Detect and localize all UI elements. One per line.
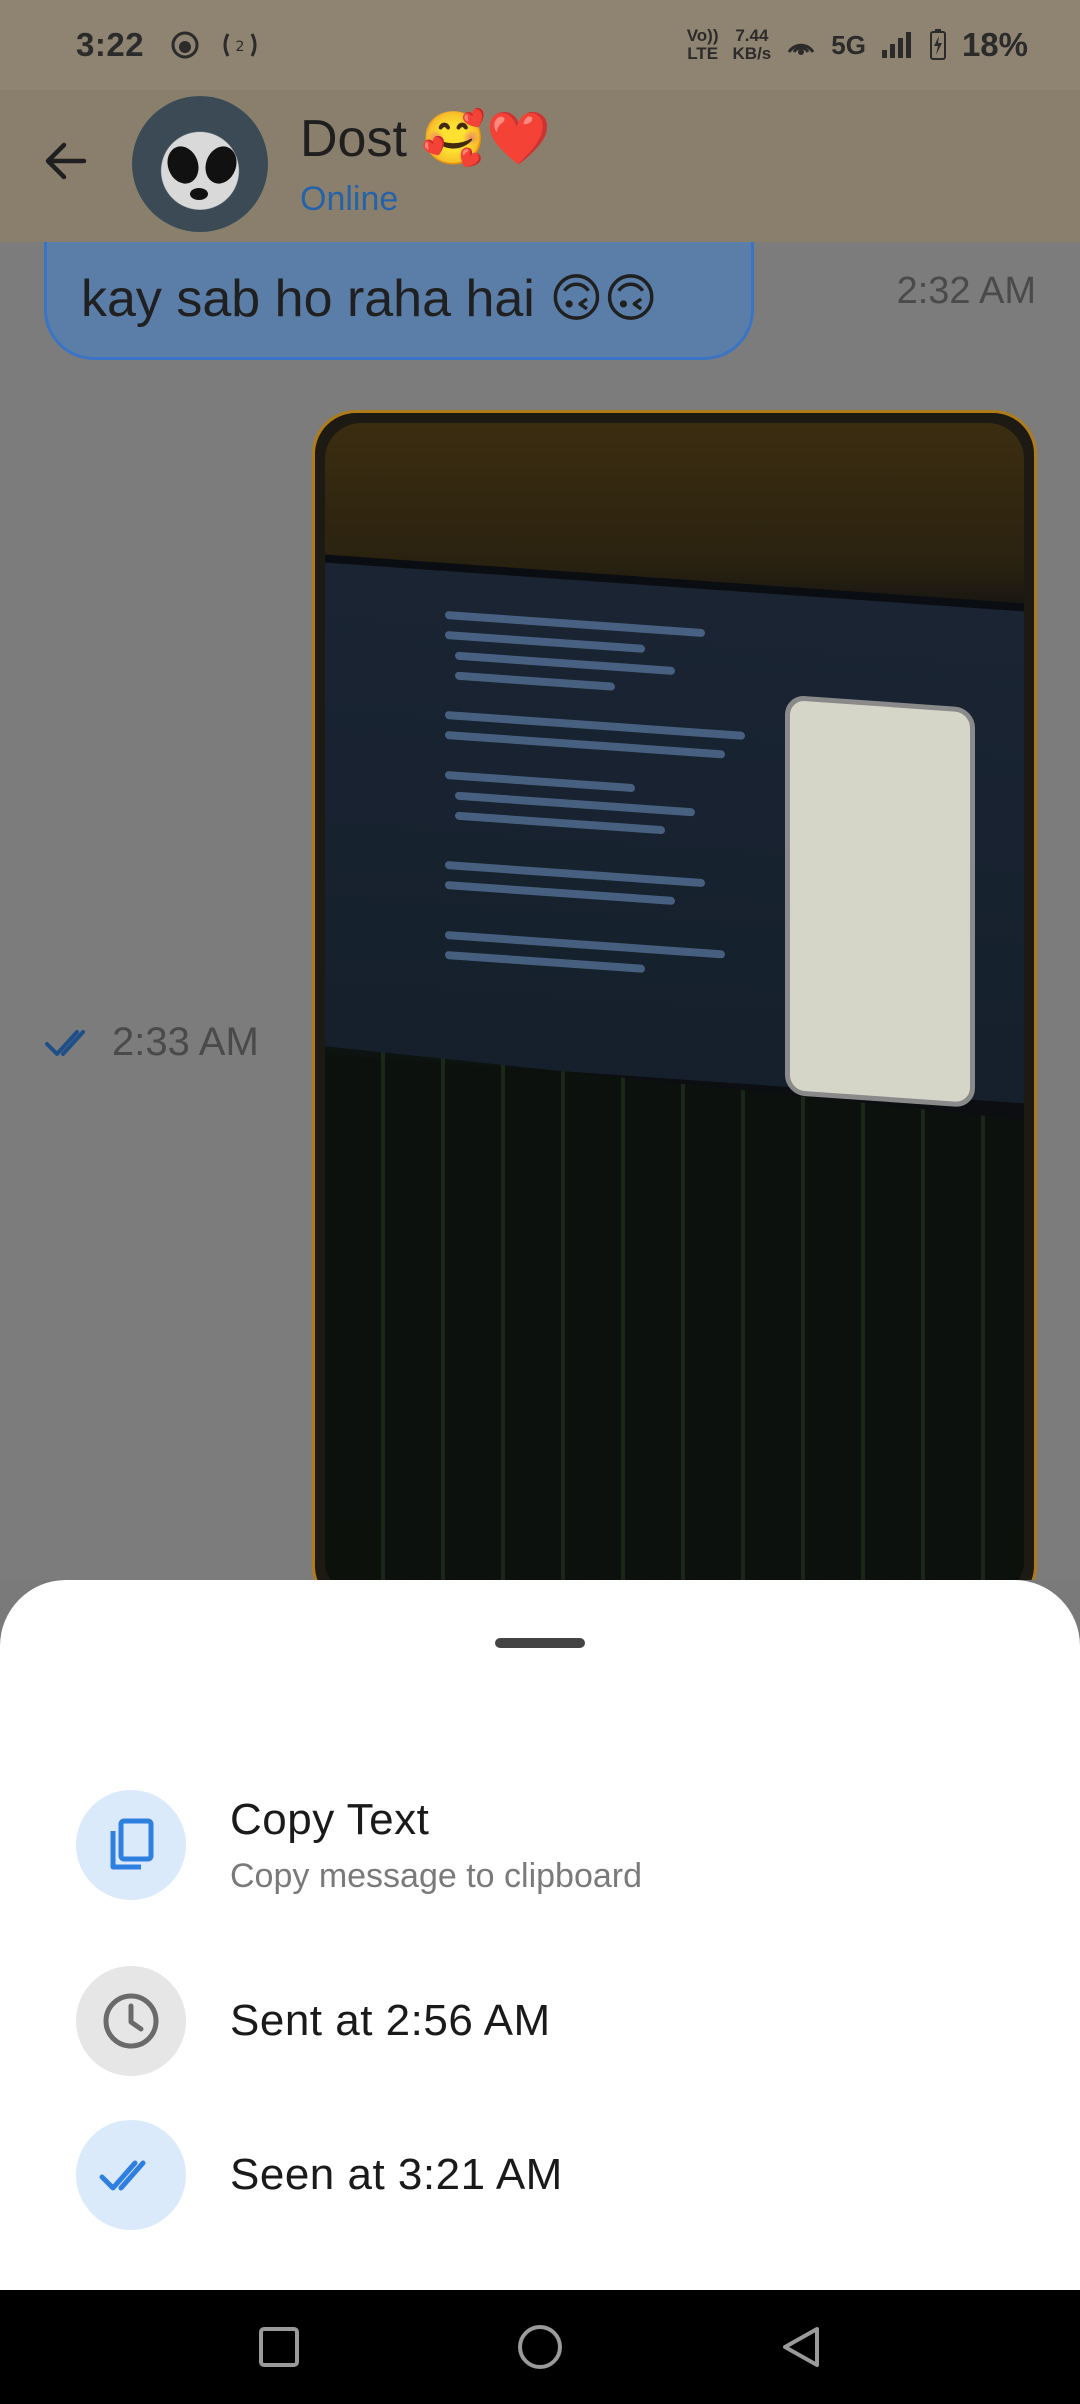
back-triangle-icon[interactable] (779, 2325, 823, 2369)
sheet-drag-handle[interactable] (495, 1638, 585, 1648)
photo-code-line (455, 671, 615, 691)
sent-time-label: Sent at 2:56 AM (230, 1996, 551, 2045)
outgoing-image-time-row: 2:33 AM (44, 1020, 259, 1065)
sent-time-option: Sent at 2:56 AM (76, 1966, 551, 2076)
clock-icon (103, 1993, 159, 2049)
avatar-eye-left (162, 142, 204, 188)
svg-text:2: 2 (236, 39, 245, 55)
photo-laptop-screen (325, 554, 1024, 1108)
home-circle-icon[interactable] (516, 2323, 564, 2371)
signal-icon (881, 32, 911, 58)
system-navigation-bar (0, 2290, 1080, 2404)
photo-code-line (455, 791, 695, 817)
network-speed-value: 7.44 (735, 26, 769, 45)
photo-code-line (455, 651, 675, 675)
seen-time-option: Seen at 3:21 AM (76, 2120, 563, 2230)
network-speed-unit: KB/s (732, 44, 772, 63)
outgoing-image-bubble[interactable] (312, 410, 1037, 1580)
seen-time-label: Seen at 3:21 AM (230, 2150, 563, 2199)
photo-code-line (445, 630, 645, 653)
copy-icon-circle (76, 1790, 186, 1900)
copy-icon (110, 1818, 154, 1870)
clock-icon-circle (76, 1966, 186, 2076)
avatar-eye-right (200, 142, 242, 188)
network-type: 5G (831, 29, 866, 60)
contact-avatar[interactable] (132, 96, 268, 232)
chat-header: Dost 🥰❤️ Online (0, 90, 1080, 242)
status-left-icons: 2 (170, 30, 260, 60)
back-arrow-icon[interactable] (40, 136, 90, 186)
wifi-hotspot-icon (787, 43, 815, 55)
hotspot-icon: 2 (223, 33, 257, 57)
photo-phone-emulator (785, 694, 975, 1108)
outgoing-image-time: 2:33 AM (112, 1020, 259, 1064)
incoming-message-text: kay sab ho raha hai 🙃🙃 (81, 270, 658, 328)
copy-option-subtitle: Copy message to clipboard (230, 1856, 643, 1895)
copy-option-title: Copy Text (230, 1794, 430, 1844)
double-check-icon (99, 2160, 146, 2191)
message-options-sheet: Copy Text Copy message to clipboard Sent… (0, 1580, 1080, 2290)
volte-bottom: LTE (687, 44, 719, 63)
copy-text-option[interactable]: Copy Text Copy message to clipboard (76, 1790, 642, 1900)
status-time: 3:22 (76, 26, 145, 63)
volte-indicator: Vo)) LTE (687, 27, 719, 63)
network-speed: 7.44 KB/s (733, 27, 772, 63)
copy-option-texts: Copy Text Copy message to clipboard (230, 1795, 642, 1896)
battery-charging-icon (929, 29, 946, 60)
photo-code-line (445, 950, 645, 973)
seen-option-texts: Seen at 3:21 AM (230, 2150, 563, 2200)
double-check-icon (45, 1029, 85, 1056)
photo-keyboard (325, 1046, 1024, 1580)
chat-messages[interactable]: kay sab ho raha hai 🙃🙃 2:32 AM 2:33 AM (0, 242, 1080, 1580)
status-bar: 3:22 2 Vo)) LTE 7.44 KB/s 5G 18% (0, 0, 1080, 90)
incoming-message-bubble[interactable]: kay sab ho raha hai 🙃🙃 (44, 242, 754, 360)
photo-code-line (455, 811, 665, 835)
photo-code-line (445, 770, 635, 793)
app-notification-icon (171, 31, 199, 59)
status-right-icons: Vo)) LTE 7.44 KB/s 5G 18% (687, 26, 1028, 64)
avatar-nose (190, 188, 208, 200)
recents-square-icon[interactable] (257, 2325, 301, 2369)
incoming-message-time: 2:32 AM (896, 270, 1036, 312)
double-check-icon-circle (76, 2120, 186, 2230)
battery-percentage: 18% (961, 26, 1028, 63)
sent-option-texts: Sent at 2:56 AM (230, 1996, 551, 2046)
laptop-photo (325, 423, 1024, 1580)
contact-name[interactable]: Dost 🥰❤️ (300, 108, 551, 169)
contact-status: Online (300, 180, 399, 218)
photo-code-line (445, 880, 675, 905)
volte-top: Vo)) (686, 26, 719, 45)
